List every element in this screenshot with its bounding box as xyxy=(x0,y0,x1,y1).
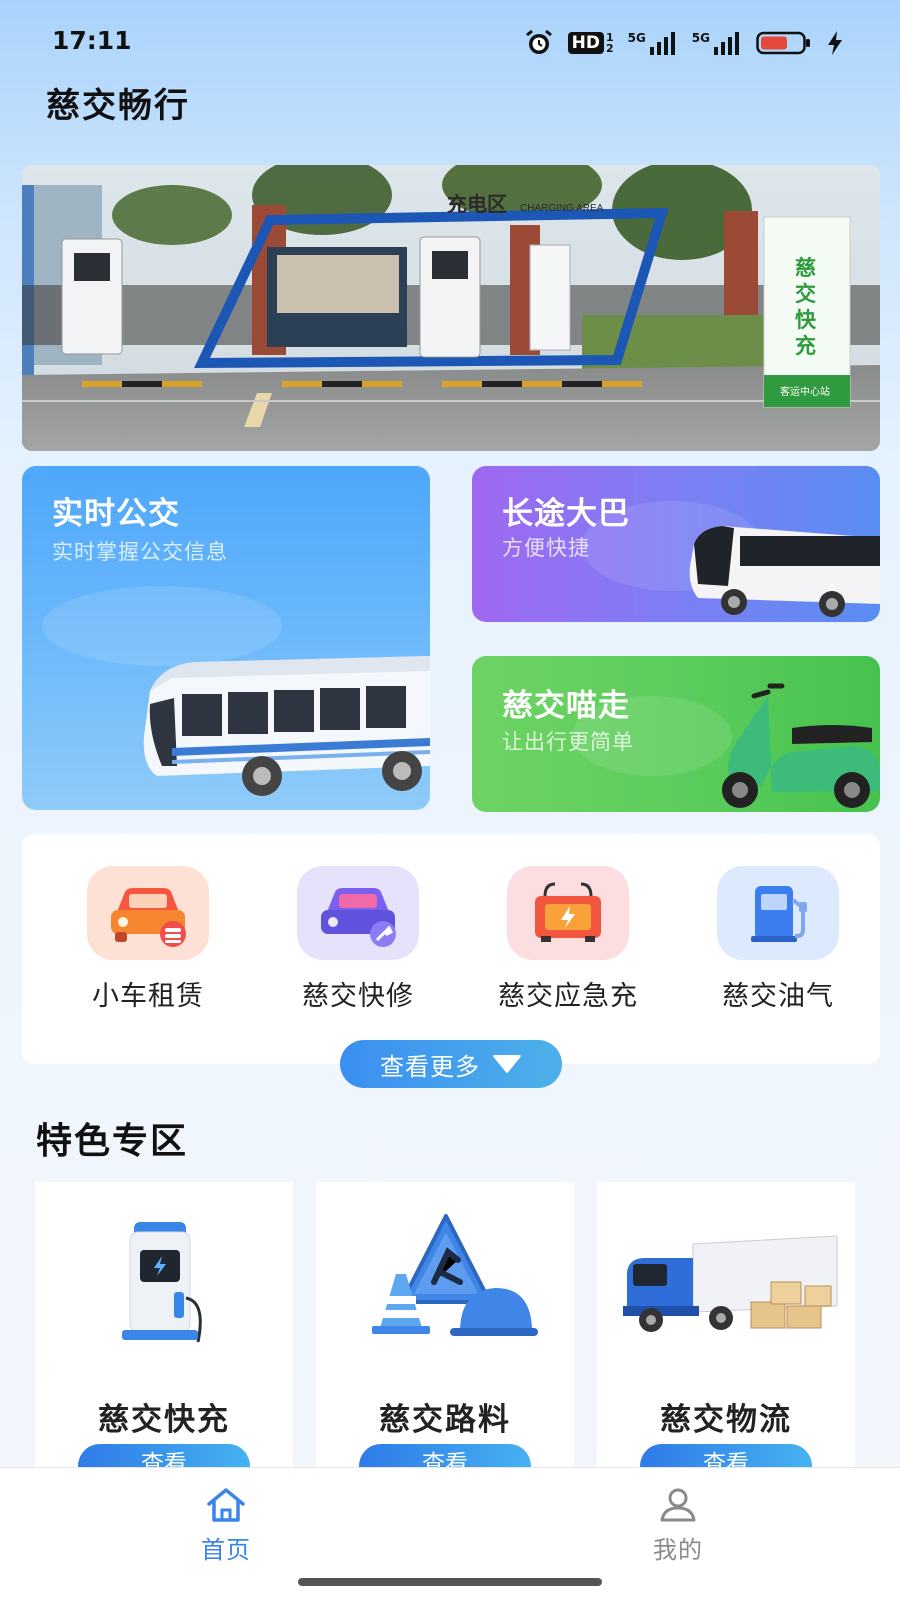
feature-road-materials[interactable]: 慈交路料 查看 xyxy=(316,1182,574,1488)
pole-char-3: 快 xyxy=(795,309,817,332)
battery-icon xyxy=(756,31,810,55)
charger-icon xyxy=(35,1202,293,1352)
coach-illustration-icon xyxy=(582,501,880,617)
status-bar: 17:11 HD 12 5G 5G xyxy=(0,0,900,84)
service-emergency-charge[interactable]: 慈交应急充 xyxy=(468,866,668,1013)
services-panel: 小车租赁 慈交快修 慈交应急充 慈交油气 xyxy=(22,834,880,1064)
car-repair-icon xyxy=(297,866,419,960)
feature-name: 慈交路料 xyxy=(379,1402,511,1438)
hd-badge-icon: HD 12 xyxy=(567,32,614,54)
scooter-illustration-icon xyxy=(572,683,880,808)
status-icons: HD 12 5G 5G xyxy=(524,28,844,58)
signal-5g-icon: 5G xyxy=(628,31,678,55)
triangle-down-icon xyxy=(493,1055,521,1073)
pole-char-2: 交 xyxy=(795,282,816,306)
tab-mine-label: 我的 xyxy=(653,1536,703,1564)
banner-sign-en: CHARGING AREA xyxy=(520,203,604,214)
charging-bolt-icon xyxy=(828,31,842,55)
status-time: 17:11 xyxy=(52,26,132,55)
fuel-pump-icon xyxy=(717,866,839,960)
banner-image: 充电区 CHARGING AREA 客运中心站 慈 交 快 充 xyxy=(22,165,880,451)
feature-fast-charge[interactable]: 慈交快充 查看 xyxy=(35,1182,293,1488)
service-fuel-gas[interactable]: 慈交油气 xyxy=(678,866,878,1013)
truck-icon xyxy=(597,1202,855,1352)
pole-char-4: 充 xyxy=(795,334,816,358)
banner-sign-text: 充电区 xyxy=(447,192,507,216)
app-title: 慈交畅行 xyxy=(46,86,190,126)
signal-5g-icon-2: 5G xyxy=(692,31,742,55)
home-indicator[interactable] xyxy=(298,1578,602,1586)
banner-carousel[interactable]: 充电区 CHARGING AREA 客运中心站 慈 交 快 充 xyxy=(22,165,880,451)
alarm-icon xyxy=(525,29,552,54)
service-car-rental[interactable]: 小车租赁 xyxy=(48,866,248,1013)
service-quick-repair[interactable]: 慈交快修 xyxy=(258,866,458,1013)
moped-card[interactable]: 慈交喵走 让出行更简单 xyxy=(472,656,880,812)
realtime-bus-card[interactable]: 实时公交 实时掌握公交信息 xyxy=(22,466,430,810)
feature-name: 慈交物流 xyxy=(660,1402,792,1438)
service-label: 慈交应急充 xyxy=(498,981,638,1012)
service-label: 慈交快修 xyxy=(302,981,414,1012)
tab-mine[interactable]: 我的 xyxy=(618,1486,738,1565)
feature-logistics[interactable]: 慈交物流 查看 xyxy=(597,1182,855,1488)
user-icon xyxy=(660,1488,696,1522)
banner-pole-sub: 客运中心站 xyxy=(780,385,830,398)
emergency-charge-icon xyxy=(507,866,629,960)
tab-home[interactable]: 首页 xyxy=(166,1486,286,1565)
bus-illustration-icon xyxy=(42,586,430,796)
car-rental-icon xyxy=(87,866,209,960)
feature-name: 慈交快充 xyxy=(98,1402,230,1438)
tab-home-label: 首页 xyxy=(201,1536,251,1564)
view-more-button[interactable]: 查看更多 xyxy=(340,1040,562,1088)
pole-char-1: 慈 xyxy=(795,256,816,280)
road-work-icon xyxy=(316,1202,574,1352)
long-distance-bus-card[interactable]: 长途大巴 方便快捷 xyxy=(472,466,880,622)
service-label: 慈交油气 xyxy=(722,981,834,1012)
service-label: 小车租赁 xyxy=(92,981,204,1012)
section-title: 特色专区 xyxy=(36,1121,189,1162)
view-more-label: 查看更多 xyxy=(380,1052,480,1081)
home-icon xyxy=(207,1488,245,1522)
